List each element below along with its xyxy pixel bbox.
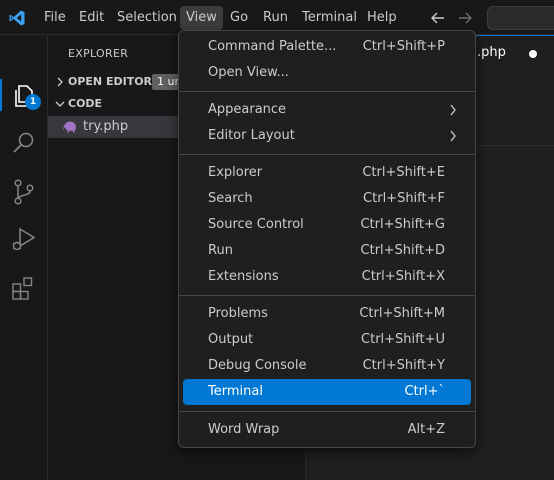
php-elephant-icon <box>63 121 76 133</box>
view-menu-dropdown: Command Palette... Ctrl+Shift+P Open Vie… <box>178 30 476 448</box>
menu-item-shortcut: Ctrl+` <box>404 384 445 399</box>
menu-item-output[interactable]: Output Ctrl+Shift+U <box>183 327 471 353</box>
menu-item-shortcut: Ctrl+Shift+F <box>363 191 445 206</box>
menu-item-label: Problems <box>208 306 268 321</box>
menu-item-label: Terminal <box>208 384 263 399</box>
menu-run[interactable]: Run <box>257 6 294 30</box>
menu-item-search[interactable]: Search Ctrl+Shift+F <box>183 186 471 212</box>
explorer-badge: 1 <box>25 94 41 110</box>
menu-item-word-wrap[interactable]: Word Wrap Alt+Z <box>183 417 471 443</box>
divider <box>467 145 554 146</box>
tab-try-php[interactable]: .php <box>467 35 554 70</box>
menu-item-shortcut: Ctrl+Shift+Y <box>362 358 445 373</box>
menu-item-shortcut: Ctrl+Shift+D <box>360 243 445 258</box>
menu-item-debug-console[interactable]: Debug Console Ctrl+Shift+Y <box>183 353 471 379</box>
menu-item-label: Run <box>208 243 233 258</box>
menu-separator <box>179 411 475 412</box>
file-item-try-php[interactable]: try.php <box>48 116 178 138</box>
menu-item-label: Search <box>208 191 253 206</box>
open-editors-label: OPEN EDITORS <box>68 75 160 88</box>
menu-edit[interactable]: Edit <box>73 6 110 30</box>
menu-item-label: Debug Console <box>208 358 307 373</box>
menu-separator <box>179 91 475 92</box>
arrow-left-icon[interactable] <box>429 9 447 27</box>
chevron-right-icon <box>450 130 456 142</box>
active-indicator <box>0 79 2 111</box>
arrow-right-icon[interactable] <box>456 9 474 27</box>
menu-item-shortcut: Ctrl+Shift+X <box>361 269 445 284</box>
menu-item-terminal[interactable]: Terminal Ctrl+` <box>183 379 471 405</box>
menu-help[interactable]: Help <box>361 6 403 30</box>
source-control-icon[interactable] <box>9 177 39 207</box>
menu-item-shortcut: Ctrl+Shift+M <box>359 306 445 321</box>
menu-file[interactable]: File <box>38 6 72 30</box>
menu-item-label: Appearance <box>208 102 287 117</box>
menu-item-label: Source Control <box>208 217 304 232</box>
chevron-right-icon <box>57 77 63 87</box>
menu-item-shortcut: Ctrl+Shift+E <box>362 165 445 180</box>
menu-item-shortcut: Ctrl+Shift+G <box>360 217 445 232</box>
menu-item-label: Open View... <box>208 65 289 80</box>
file-name: try.php <box>83 119 129 134</box>
menu-item-source-control[interactable]: Source Control Ctrl+Shift+G <box>183 212 471 238</box>
menu-item-shortcut: Alt+Z <box>407 422 445 437</box>
menu-item-problems[interactable]: Problems Ctrl+Shift+M <box>183 301 471 327</box>
search-icon[interactable] <box>9 128 39 158</box>
sidebar-title: EXPLORER <box>68 47 129 60</box>
menu-view[interactable]: View <box>180 6 223 30</box>
menu-terminal[interactable]: Terminal <box>296 6 363 30</box>
chevron-right-icon <box>450 104 456 116</box>
unsaved-dot-icon[interactable] <box>529 50 537 58</box>
activity-bar: 1 <box>0 35 48 480</box>
menu-item-label: Editor Layout <box>208 128 295 143</box>
chevron-down-icon <box>55 101 65 107</box>
menu-item-shortcut: Ctrl+Shift+U <box>361 332 445 347</box>
tab-label: .php <box>477 45 506 60</box>
menu-item-command-palette[interactable]: Command Palette... Ctrl+Shift+P <box>183 34 471 60</box>
vscode-logo-icon[interactable] <box>8 9 26 27</box>
run-debug-icon[interactable] <box>9 224 39 254</box>
folder-label: CODE <box>68 97 103 110</box>
menu-item-label: Explorer <box>208 165 263 180</box>
menu-item-editor-layout[interactable]: Editor Layout <box>183 123 471 149</box>
menu-item-label: Word Wrap <box>208 422 280 437</box>
menu-item-run[interactable]: Run Ctrl+Shift+D <box>183 238 471 264</box>
menu-item-label: Command Palette... <box>208 39 337 54</box>
menu-go[interactable]: Go <box>224 6 254 30</box>
extensions-icon[interactable] <box>9 273 39 303</box>
menu-separator <box>179 154 475 155</box>
menu-item-open-view[interactable]: Open View... <box>183 60 471 86</box>
menu-item-label: Extensions <box>208 269 279 284</box>
menu-separator <box>179 295 475 296</box>
menu-item-explorer[interactable]: Explorer Ctrl+Shift+E <box>183 160 471 186</box>
menu-selection[interactable]: Selection <box>111 6 183 30</box>
menu-item-extensions[interactable]: Extensions Ctrl+Shift+X <box>183 264 471 290</box>
menu-item-shortcut: Ctrl+Shift+P <box>362 39 445 54</box>
command-center[interactable] <box>487 6 554 30</box>
menu-item-label: Output <box>208 332 254 347</box>
menu-item-appearance[interactable]: Appearance <box>183 97 471 123</box>
